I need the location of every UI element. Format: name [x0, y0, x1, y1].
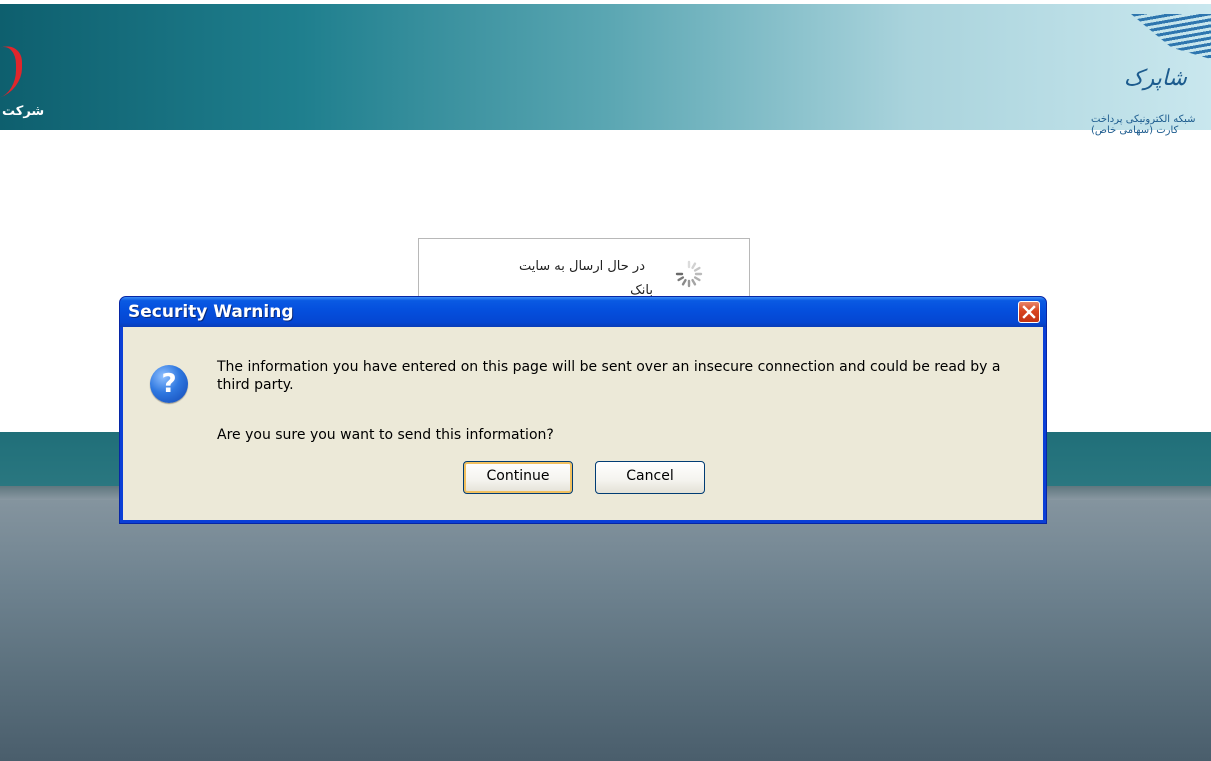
- site-banner: شرکت شاپرک شبکه الکترونیکی پرداخت کارت (…: [0, 4, 1211, 136]
- warning-message: The information you have entered on this…: [217, 359, 1001, 393]
- company-logo-text: شرکت: [2, 104, 45, 119]
- shaparak-logo-name: شاپرک: [1123, 66, 1187, 91]
- close-icon: [1022, 305, 1036, 319]
- cancel-button[interactable]: Cancel: [595, 461, 705, 494]
- dialog-body: ? The information you have entered on th…: [123, 327, 1043, 520]
- company-logo-left: شرکت: [0, 22, 70, 132]
- security-warning-dialog: Security Warning ? The information you h…: [119, 296, 1047, 524]
- shaparak-logo-subtitle: شبکه الکترونیکی پرداخت کارت (سهامی خاص): [1091, 114, 1196, 136]
- logo-swoosh: [0, 40, 22, 98]
- page-footer-area: [0, 486, 1211, 761]
- shaparak-wing-icon: [1131, 14, 1211, 62]
- shaparak-logo: شاپرک شبکه الکترونیکی پرداخت کارت (سهامی…: [1091, 8, 1211, 136]
- close-button[interactable]: [1018, 301, 1040, 323]
- dialog-title: Security Warning: [128, 302, 294, 322]
- continue-button[interactable]: Continue: [463, 461, 573, 494]
- loading-message: در حال ارسال به سایت: [518, 259, 645, 274]
- question-mark-glyph: ?: [161, 369, 177, 399]
- confirm-question: Are you sure you want to send this infor…: [217, 427, 554, 443]
- dialog-titlebar[interactable]: Security Warning: [120, 297, 1046, 327]
- loading-spinner-icon: [675, 260, 703, 288]
- browser-page: شرکت شاپرک شبکه الکترونیکی پرداخت کارت (…: [0, 0, 1211, 761]
- question-icon: ?: [150, 365, 188, 403]
